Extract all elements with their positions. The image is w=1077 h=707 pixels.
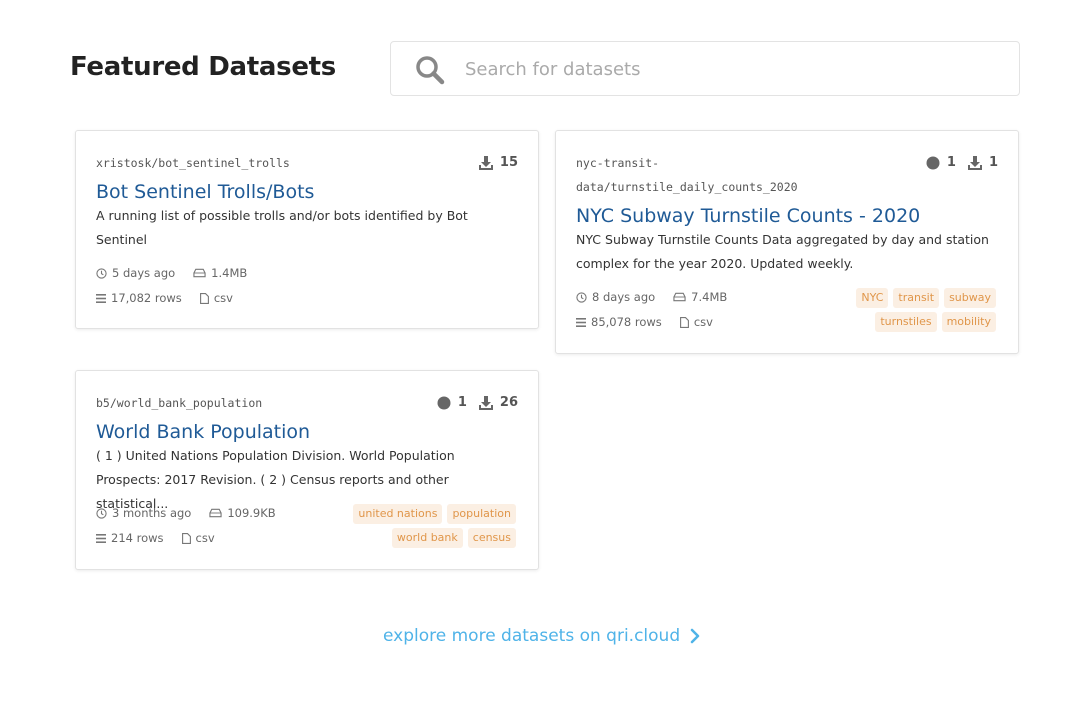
dataset-size: 7.4MB xyxy=(673,290,727,304)
dataset-size: 1.4MB xyxy=(193,266,247,280)
file-icon xyxy=(181,532,191,544)
follower-count-value: 1 xyxy=(457,395,467,410)
dataset-card[interactable]: b5/world_bank_population 1 26 World Bank… xyxy=(75,370,539,570)
download-count-value: 26 xyxy=(499,395,518,410)
file-format: csv xyxy=(181,531,215,545)
tag[interactable]: mobility xyxy=(941,312,996,332)
dataset-stats: 15 xyxy=(467,155,518,170)
dataset-card[interactable]: xristosk/bot_sentinel_trolls 15 Bot Sent… xyxy=(75,130,539,329)
row-count-text: 214 rows xyxy=(111,531,164,545)
updated-time: 8 days ago xyxy=(576,290,655,304)
tag[interactable]: census xyxy=(467,528,516,548)
dataset-ref-line1: nyc-transit- xyxy=(576,156,660,170)
tag[interactable]: united nations xyxy=(353,504,443,524)
updated-time-text: 3 months ago xyxy=(112,506,192,520)
storage-icon xyxy=(209,508,222,518)
download-count: 15 xyxy=(478,155,518,170)
dataset-meta-row1: 3 months ago 109.9KB xyxy=(96,506,294,520)
explore-more-link[interactable]: explore more datasets on qri.cloud xyxy=(383,626,700,646)
row-count: 17,082 rows xyxy=(96,291,182,305)
dataset-stats: 1 26 xyxy=(425,395,518,410)
tag[interactable]: subway xyxy=(944,288,996,308)
follower-count: 1 xyxy=(437,395,467,410)
follower-dot-icon xyxy=(437,396,451,409)
row-count: 85,078 rows xyxy=(576,315,662,329)
updated-time: 5 days ago xyxy=(96,266,175,280)
updated-time: 3 months ago xyxy=(96,506,191,520)
dataset-title[interactable]: NYC Subway Turnstile Counts - 2020 xyxy=(576,205,920,227)
updated-time-text: 5 days ago xyxy=(112,266,176,280)
rows-icon xyxy=(96,533,106,543)
dataset-ref[interactable]: nyc-transit- data/turnstile_daily_counts… xyxy=(576,151,798,199)
dataset-tags: NYC transit subway turnstiles mobility xyxy=(846,288,996,332)
updated-time-text: 8 days ago xyxy=(592,290,656,304)
file-icon xyxy=(679,316,689,328)
dataset-size-text: 7.4MB xyxy=(691,290,728,304)
row-count: 214 rows xyxy=(96,531,164,545)
file-format-text: csv xyxy=(195,531,215,545)
dataset-meta-row2: 85,078 rows csv xyxy=(576,315,731,329)
tag[interactable]: world bank xyxy=(391,528,463,548)
dataset-description: NYC Subway Turnstile Counts Data aggrega… xyxy=(576,232,989,271)
tag[interactable]: turnstiles xyxy=(875,312,937,332)
dataset-meta-row2: 17,082 rows csv xyxy=(96,291,251,305)
download-count-value: 1 xyxy=(988,155,998,170)
clock-icon xyxy=(96,267,107,279)
dataset-size-text: 1.4MB xyxy=(211,266,248,280)
dataset-meta-row1: 5 days ago 1.4MB xyxy=(96,266,265,280)
dataset-tags: united nations population world bank cen… xyxy=(336,504,516,548)
dataset-size: 109.9KB xyxy=(209,506,276,520)
explore-more-label: explore more datasets on qri.cloud xyxy=(383,626,681,646)
file-format-text: csv xyxy=(693,315,713,329)
page-title: Featured Datasets xyxy=(70,52,336,82)
file-icon xyxy=(199,292,209,304)
dataset-ref-line2: data/turnstile_daily_counts_2020 xyxy=(576,180,798,194)
chevron-right-icon xyxy=(690,628,700,644)
file-format: csv xyxy=(679,315,713,329)
download-icon xyxy=(478,155,493,170)
download-count-value: 15 xyxy=(499,155,518,170)
dataset-meta-row1: 8 days ago 7.4MB xyxy=(576,290,745,304)
dataset-meta-row2: 214 rows csv xyxy=(96,531,233,545)
follower-dot-icon xyxy=(926,156,940,169)
dataset-title[interactable]: Bot Sentinel Trolls/Bots xyxy=(96,181,314,203)
storage-icon xyxy=(193,268,206,278)
file-format: csv xyxy=(199,291,233,305)
download-icon xyxy=(967,155,982,170)
follower-count: 1 xyxy=(926,155,956,170)
dataset-ref[interactable]: b5/world_bank_population xyxy=(96,391,262,415)
search-bar[interactable] xyxy=(390,41,1020,96)
download-count: 1 xyxy=(967,155,998,170)
dataset-card[interactable]: nyc-transit- data/turnstile_daily_counts… xyxy=(555,130,1019,354)
clock-icon xyxy=(96,507,107,519)
tag[interactable]: transit xyxy=(893,288,940,308)
dataset-stats: 1 1 xyxy=(914,155,998,170)
storage-icon xyxy=(673,292,686,302)
row-count-text: 17,082 rows xyxy=(111,291,182,305)
dataset-description: A running list of possible trolls and/or… xyxy=(96,208,468,247)
download-icon xyxy=(478,395,493,410)
file-format-text: csv xyxy=(213,291,233,305)
tag[interactable]: population xyxy=(447,504,516,524)
download-count: 26 xyxy=(478,395,518,410)
rows-icon xyxy=(576,317,586,327)
row-count-text: 85,078 rows xyxy=(591,315,662,329)
tag[interactable]: NYC xyxy=(856,288,889,308)
dataset-size-text: 109.9KB xyxy=(227,506,276,520)
dataset-ref[interactable]: xristosk/bot_sentinel_trolls xyxy=(96,151,290,175)
dataset-title[interactable]: World Bank Population xyxy=(96,421,310,443)
search-icon xyxy=(416,56,445,85)
rows-icon xyxy=(96,293,106,303)
clock-icon xyxy=(576,291,587,303)
search-input[interactable] xyxy=(465,54,985,84)
follower-count-value: 1 xyxy=(946,155,956,170)
